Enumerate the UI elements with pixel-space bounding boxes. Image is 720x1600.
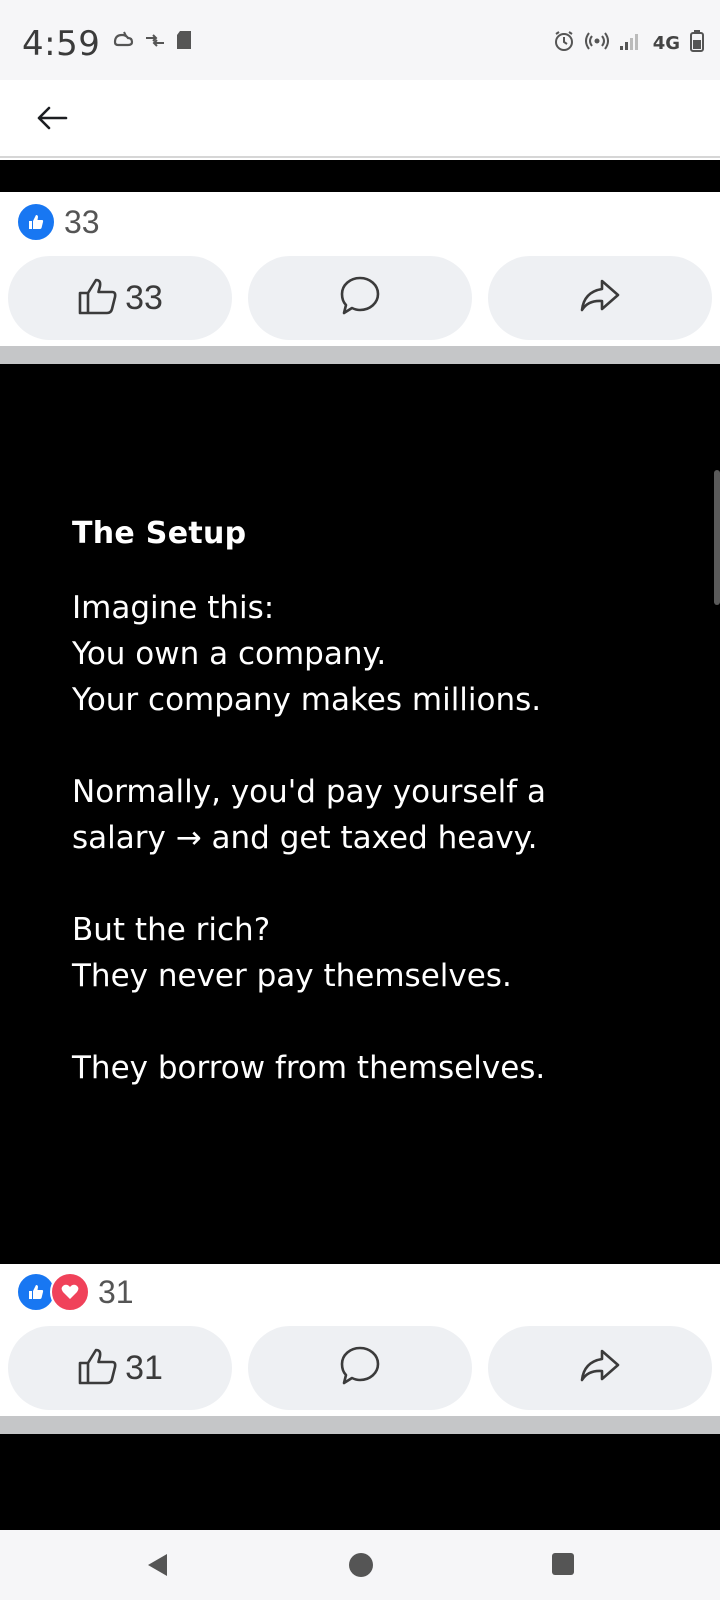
navigation-bar <box>0 1530 720 1600</box>
post-actions: 33 <box>0 256 720 340</box>
share-button[interactable] <box>488 1326 712 1410</box>
next-post-media[interactable] <box>0 1434 720 1530</box>
share-button[interactable] <box>488 256 712 340</box>
app-header <box>0 80 720 158</box>
post-actions: 31 <box>0 1326 720 1410</box>
hotspot-icon <box>584 30 609 57</box>
post-line: But the rich? <box>72 912 271 948</box>
post-separator <box>0 346 720 364</box>
comment-icon <box>338 275 382 322</box>
alarm-icon <box>553 30 575 57</box>
love-reaction-icon <box>50 1272 90 1312</box>
like-count: 33 <box>125 278 163 317</box>
reaction-count: 31 <box>98 1273 134 1310</box>
post-line: You own a company. <box>72 636 387 672</box>
like-reaction-icon <box>16 202 56 242</box>
data-transfer-icon <box>144 30 166 55</box>
post-image-text: The Setup Imagine this: You own a compan… <box>72 516 672 1091</box>
post-line: Normally, you'd pay yourself a <box>72 774 547 810</box>
signal-icon <box>619 31 643 56</box>
sd-card-icon <box>176 30 192 55</box>
comment-button[interactable] <box>248 256 472 340</box>
back-nav-icon[interactable] <box>145 1552 169 1583</box>
weather-icon <box>112 30 134 55</box>
post-separator <box>0 1416 720 1434</box>
back-button[interactable] <box>30 98 74 142</box>
share-icon <box>578 1348 622 1389</box>
network-type: 4G <box>652 33 680 54</box>
like-count: 31 <box>125 1348 163 1387</box>
status-time: 4:59 <box>22 24 101 64</box>
post-line: salary → and get taxed heavy. <box>72 820 538 856</box>
post-line: They borrow from themselves. <box>72 1050 546 1086</box>
comment-button[interactable] <box>248 1326 472 1410</box>
reaction-count: 33 <box>64 203 100 240</box>
post-gap <box>72 723 672 769</box>
reaction-summary[interactable]: 33 <box>16 202 100 242</box>
post-line: They never pay themselves. <box>72 958 512 994</box>
back-arrow-icon <box>36 106 68 135</box>
post-line: Your company makes millions. <box>72 682 542 718</box>
battery-icon <box>690 30 704 57</box>
share-icon <box>578 278 622 319</box>
post-gap <box>72 861 672 907</box>
thumbs-up-icon <box>77 1346 119 1391</box>
status-left-icons <box>112 30 192 55</box>
reaction-summary[interactable]: 31 <box>16 1272 134 1312</box>
comment-icon <box>338 1345 382 1392</box>
home-nav-icon[interactable] <box>348 1552 374 1583</box>
like-button[interactable]: 33 <box>8 256 232 340</box>
previous-post-media[interactable] <box>0 160 720 192</box>
post-gap <box>72 999 672 1045</box>
post-heading: The Setup <box>72 516 247 551</box>
thumbs-up-icon <box>77 276 119 321</box>
status-bar: 4:59 4G <box>0 0 720 80</box>
recents-nav-icon[interactable] <box>551 1552 575 1581</box>
post-line: Imagine this: <box>72 590 275 626</box>
scrollbar[interactable] <box>714 470 720 605</box>
status-right-icons: 4G <box>553 30 704 57</box>
like-button[interactable]: 31 <box>8 1326 232 1410</box>
